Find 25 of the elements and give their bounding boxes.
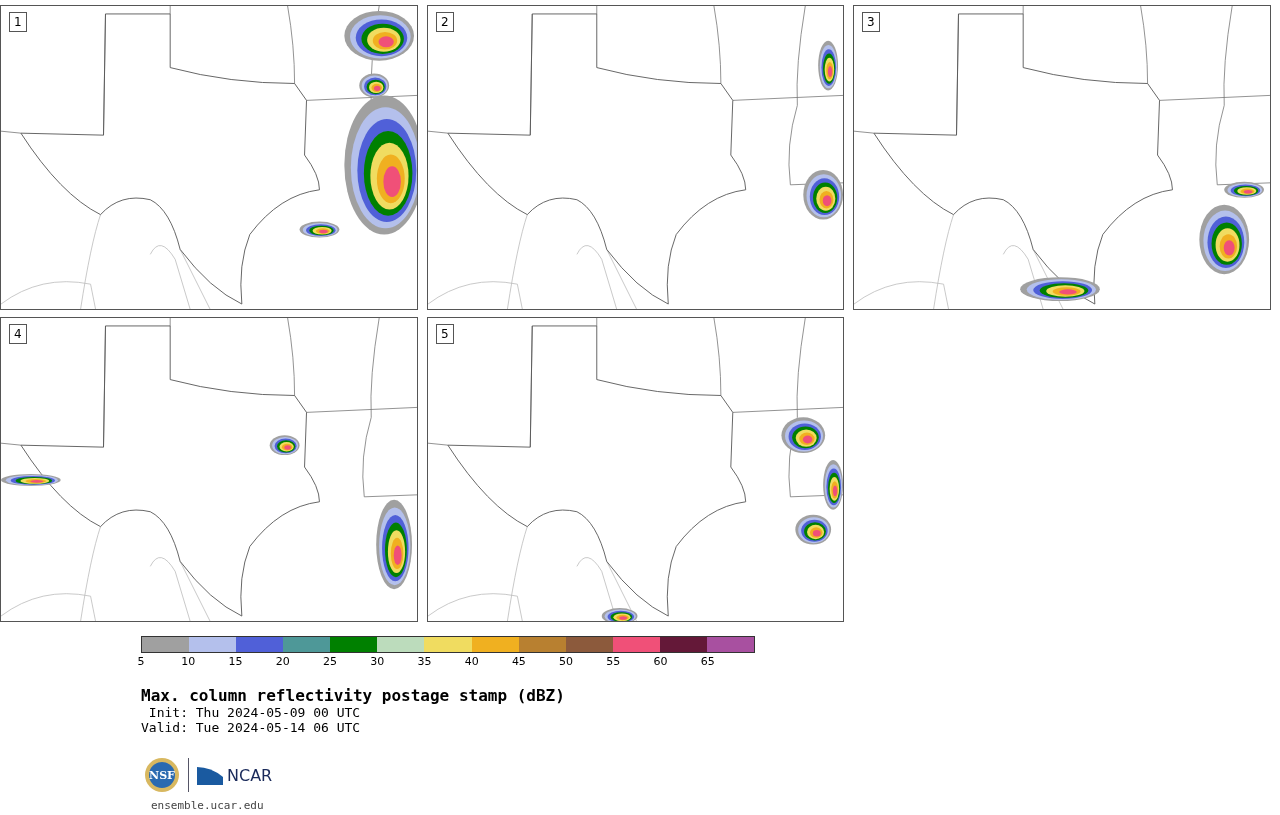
tick-label: 25: [322, 655, 337, 668]
ncar-logo-text: NCAR: [227, 765, 273, 785]
tick-label: 5: [137, 655, 145, 668]
tick-label: 40: [464, 655, 479, 668]
tick-label: 30: [370, 655, 385, 668]
panel-number: 1: [9, 12, 27, 32]
seal-logo: NSF: [144, 757, 180, 793]
site-address: ensemble.ucar.edu: [151, 799, 265, 812]
tick-label: 65: [700, 655, 715, 668]
valid-time: Valid: Tue 2024-05-14 06 UTC: [141, 720, 361, 735]
init-time: Init: Thu 2024-05-09 00 UTC: [147, 705, 361, 720]
tick-label: 50: [559, 655, 574, 668]
tick-label: 35: [417, 655, 432, 668]
swoosh-logo-icon: [197, 765, 223, 785]
panel-number: 2: [436, 12, 454, 32]
panel-number: 4: [9, 324, 27, 344]
tick-label: 45: [511, 655, 526, 668]
panel-number: 3: [862, 12, 880, 32]
tick-label: 15: [228, 655, 243, 668]
panel-number: 5: [436, 324, 454, 344]
tick-label: 20: [275, 655, 290, 668]
tick-label: 60: [653, 655, 668, 668]
tick-label: 10: [181, 655, 196, 668]
tick-label: 55: [606, 655, 621, 668]
chart-title: Max. column reflectivity postage stamp (dBZ): [141, 686, 565, 705]
